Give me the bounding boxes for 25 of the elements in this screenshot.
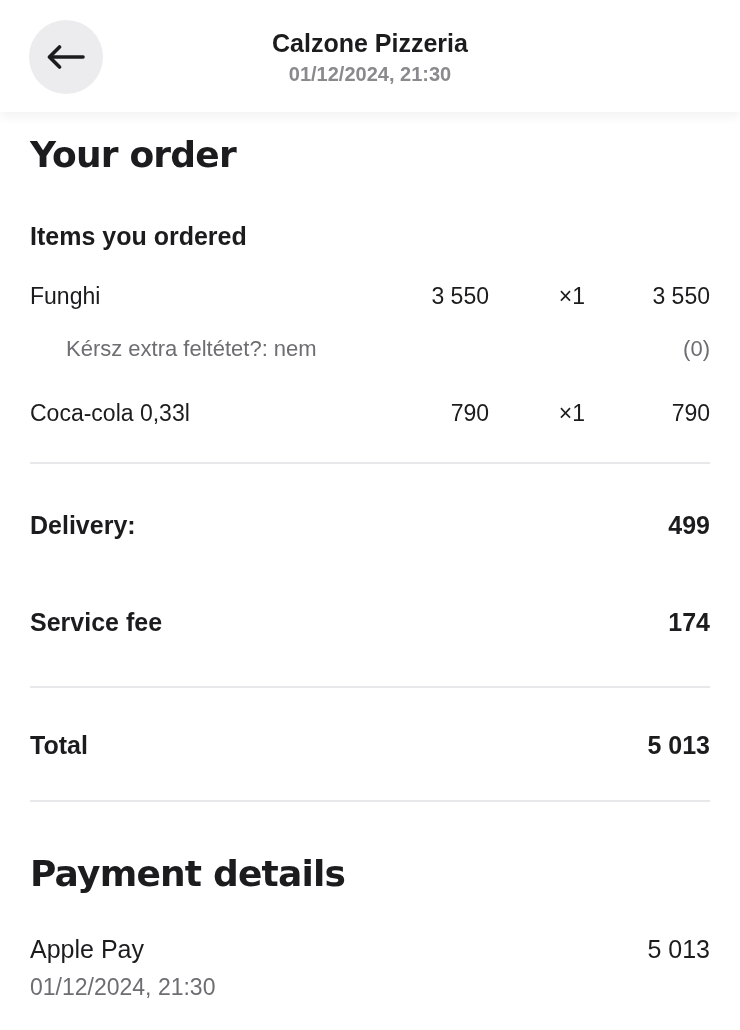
item-name: Coca-cola 0,33l bbox=[30, 399, 190, 427]
items-subheading: Items you ordered bbox=[30, 221, 247, 251]
item-quantity: ×1 bbox=[558, 399, 585, 427]
arrow-left-icon bbox=[47, 44, 85, 69]
item-quantity: ×1 bbox=[558, 282, 585, 310]
option-label: Kérsz extra feltétet?: nem bbox=[66, 335, 317, 363]
order-date: 01/12/2024, 21:30 bbox=[288, 62, 452, 86]
fee-label: Service fee bbox=[30, 607, 163, 637]
option-price: (0) bbox=[683, 335, 710, 363]
item-total: 790 bbox=[671, 399, 710, 427]
section-heading: Your order bbox=[30, 133, 236, 177]
fee-amount: 499 bbox=[668, 510, 710, 540]
item-total: 3 550 bbox=[652, 282, 710, 310]
section-heading: Payment details bbox=[30, 852, 346, 896]
total-label: Total bbox=[30, 730, 88, 760]
fee-label: Delivery: bbox=[30, 510, 136, 540]
item-unit-price: 790 bbox=[450, 399, 489, 427]
payment-amount: 5 013 bbox=[647, 934, 710, 964]
payment-method: Apple Pay bbox=[30, 934, 145, 964]
item-name: Funghi bbox=[30, 282, 101, 310]
item-unit-price: 3 550 bbox=[431, 282, 489, 310]
restaurant-title: Calzone Pizzeria bbox=[272, 28, 468, 58]
total-amount: 5 013 bbox=[647, 730, 710, 760]
fee-amount: 174 bbox=[668, 607, 710, 637]
payment-date: 01/12/2024, 21:30 bbox=[30, 974, 216, 1000]
